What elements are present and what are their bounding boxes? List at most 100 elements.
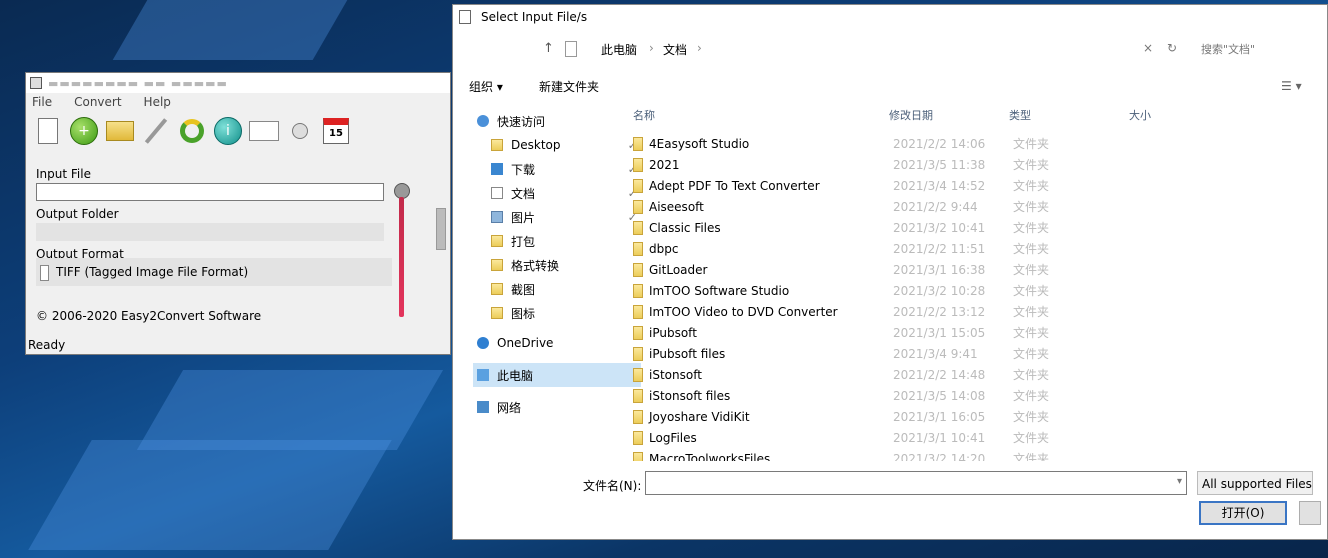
network-icon	[477, 401, 489, 413]
breadcrumb-this-pc[interactable]: 此电脑	[601, 41, 637, 58]
file-row[interactable]: iStonsoft files 2021/3/5 14:08 文件夹	[629, 385, 1328, 406]
file-name: ImTOO Software Studio	[649, 283, 790, 298]
file-row[interactable]: MacroToolworksFiles 2021/3/2 14:20 文件夹	[629, 448, 1328, 461]
file-date: 2021/2/2 9:44	[893, 199, 978, 214]
command-bar: 组织 ▾ 新建文件夹 ☰ ▾	[453, 71, 1327, 101]
nav-item[interactable]: 文档 ✓	[473, 181, 641, 205]
file-type: 文件夹	[1013, 305, 1050, 319]
file-row[interactable]: ImTOO Video to DVD Converter 2021/2/2 13:…	[629, 301, 1328, 322]
column-date-header[interactable]: 修改日期	[889, 107, 933, 123]
file-type-filter[interactable]: All supported Files	[1197, 471, 1313, 495]
organize-button[interactable]: 组织 ▾	[469, 78, 503, 95]
new-folder-button[interactable]: 新建文件夹	[539, 78, 599, 95]
column-type-header[interactable]: 类型	[1009, 107, 1031, 123]
nav-item[interactable]: 截图	[473, 277, 641, 301]
file-type: 文件夹	[1013, 368, 1050, 382]
convert-cycle-icon	[180, 119, 204, 143]
file-type: 文件夹	[1013, 326, 1050, 340]
converter-window: ▬▬▬▬▬▬▬▬ ▬▬ ▬▬▬▬▬ File Convert Help + i …	[25, 72, 451, 355]
file-row[interactable]: iStonsoft 2021/2/2 14:48 文件夹	[629, 364, 1328, 385]
settings-button[interactable]	[140, 114, 172, 148]
cancel-button[interactable]	[1299, 501, 1321, 525]
menu-convert[interactable]: Convert	[74, 95, 121, 109]
file-row[interactable]: 2021 2021/3/5 11:38 文件夹	[629, 154, 1328, 175]
folder-icon	[633, 388, 643, 403]
file-date: 2021/3/1 16:38	[893, 262, 986, 277]
info-button[interactable]: i	[212, 114, 244, 148]
nav-item[interactable]: 下载✓	[473, 157, 641, 181]
nav-item[interactable]: OneDrive	[473, 331, 641, 355]
folder-icon	[633, 367, 643, 382]
file-row[interactable]: 4Easysoft Studio 2021/2/2 14:06 文件夹	[629, 133, 1328, 154]
open-folder-button[interactable]	[104, 114, 136, 148]
file-name: iStonsoft files	[649, 388, 731, 403]
file-type: 文件夹	[1013, 137, 1050, 151]
chevron-down-icon[interactable]: ▾	[1177, 476, 1182, 487]
filename-input[interactable]: ▾	[645, 471, 1187, 495]
folder-icon	[633, 199, 643, 214]
input-file-field[interactable]	[36, 183, 384, 201]
file-row[interactable]: Aiseesoft 2021/2/2 9:44 文件夹	[629, 196, 1328, 217]
file-row[interactable]: Joyoshare VidiKit 2021/3/1 16:05 文件夹	[629, 406, 1328, 427]
input-file-label: Input File	[36, 167, 91, 181]
file-row[interactable]: iPubsoft 2021/3/1 15:05 文件夹	[629, 322, 1328, 343]
dialog-app-icon	[459, 10, 471, 24]
folder-icon	[106, 121, 134, 141]
folder-icon	[633, 304, 643, 319]
menu-help[interactable]: Help	[144, 95, 171, 109]
nav-item-label: 截图	[511, 282, 536, 297]
person-icon	[292, 123, 308, 139]
register-button[interactable]	[248, 114, 280, 148]
up-arrow-icon[interactable]: ↑	[543, 41, 554, 56]
file-row[interactable]: GitLoader 2021/3/1 16:38 文件夹	[629, 259, 1328, 280]
add-files-button[interactable]: +	[68, 114, 100, 148]
blurred-title: ▬▬▬▬▬▬▬▬ ▬▬ ▬▬▬▬▬	[48, 76, 228, 90]
breadcrumb-documents[interactable]: 文档	[663, 41, 687, 58]
user-button[interactable]	[284, 114, 316, 148]
refresh-icon[interactable]: ↻	[1167, 41, 1177, 55]
open-button[interactable]: 打开(O)	[1199, 501, 1287, 525]
schedule-button[interactable]: 15	[320, 114, 352, 148]
convert-button[interactable]	[176, 114, 208, 148]
nav-item[interactable]: 网络	[473, 395, 641, 419]
nav-item-label: 打包	[511, 234, 536, 249]
output-format-select[interactable]: TIFF (Tagged Image File Format)	[36, 258, 392, 286]
nav-item[interactable]: Desktop✓	[473, 133, 641, 157]
file-date: 2021/2/2 11:51	[893, 241, 986, 256]
file-row[interactable]: Adept PDF To Text Converter 2021/3/4 14:5…	[629, 175, 1328, 196]
wrench-icon	[144, 118, 168, 144]
file-date: 2021/3/2 10:41	[893, 220, 986, 235]
search-box[interactable]: 搜索"文档"	[1201, 41, 1255, 57]
file-row[interactable]: Classic Files 2021/3/2 10:41 文件夹	[629, 217, 1328, 238]
nav-item[interactable]: 格式转换	[473, 253, 641, 277]
file-row[interactable]: dbpc 2021/2/2 11:51 文件夹	[629, 238, 1328, 259]
file-row[interactable]: ImTOO Software Studio 2021/3/2 10:28 文件夹	[629, 280, 1328, 301]
file-row[interactable]: LogFiles 2021/3/1 10:41 文件夹	[629, 427, 1328, 448]
file-date: 2021/3/2 14:20	[893, 451, 986, 462]
nav-item[interactable]: 此电脑	[473, 363, 641, 387]
file-date: 2021/3/2 10:28	[893, 283, 986, 298]
nav-item[interactable]: 打包	[473, 229, 641, 253]
view-options-icon[interactable]: ☰ ▾	[1281, 79, 1302, 93]
nav-item[interactable]: 图片 ✓	[473, 205, 641, 229]
file-name: GitLoader	[649, 262, 708, 277]
nav-item[interactable]: 快速访问	[473, 109, 641, 133]
new-file-button[interactable]	[32, 114, 64, 148]
output-folder-field[interactable]	[36, 223, 384, 241]
dialog-titlebar: Select Input File/s	[453, 5, 1327, 29]
column-size-header[interactable]: 大小	[1129, 107, 1151, 123]
file-date: 2021/3/5 14:08	[893, 388, 986, 403]
file-type: 文件夹	[1013, 284, 1050, 298]
nav-item[interactable]: 图标	[473, 301, 641, 325]
filename-label: 文件名(N):	[583, 479, 642, 493]
desktop-light-streak	[112, 0, 348, 60]
file-date: 2021/3/1 10:41	[893, 430, 986, 445]
file-date: 2021/3/4 14:52	[893, 178, 986, 193]
nav-item-label: 此电脑	[497, 368, 534, 383]
folder-icon	[633, 178, 643, 193]
menu-file[interactable]: File	[32, 95, 52, 109]
folder-icon	[491, 139, 503, 151]
address-dropdown-icon[interactable]: ×	[1143, 41, 1153, 55]
file-row[interactable]: iPubsoft files 2021/3/4 9:41 文件夹	[629, 343, 1328, 364]
file-name: iStonsoft	[649, 367, 702, 382]
